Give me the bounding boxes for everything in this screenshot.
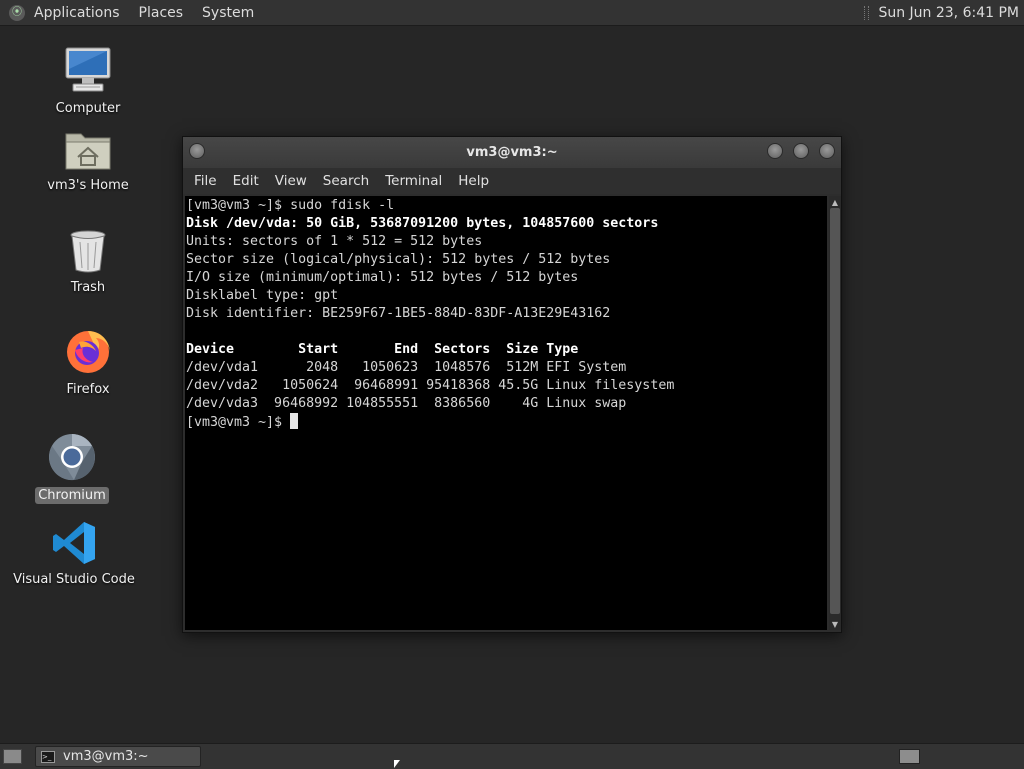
- workspace-switcher[interactable]: [899, 749, 920, 764]
- desktop-icon-home[interactable]: vm3's Home: [18, 128, 158, 194]
- terminal-line: Sector size (logical/physical): 512 byte…: [186, 252, 611, 267]
- vscode-icon: [53, 522, 95, 564]
- terminal-scrollbar[interactable]: ▲ ▼: [829, 196, 841, 630]
- terminal-line: [vm3@vm3 ~]$ sudo fdisk -l: [186, 198, 395, 213]
- applications-menu[interactable]: Applications: [34, 5, 120, 21]
- terminal-window[interactable]: vm3@vm3:~ File Edit View Search Terminal…: [182, 136, 842, 633]
- minimize-button[interactable]: [767, 143, 783, 159]
- terminal-line: /dev/vda2 1050624 96468991 95418368 45.5…: [186, 378, 675, 393]
- menu-help[interactable]: Help: [450, 173, 497, 189]
- firefox-icon: [67, 331, 110, 373]
- menu-terminal[interactable]: Terminal: [377, 173, 450, 189]
- panel-separator: [864, 5, 870, 20]
- show-desktop-button[interactable]: [3, 749, 22, 764]
- home-folder-icon: [65, 133, 111, 170]
- clock[interactable]: Sun Jun 23, 6:41 PM: [878, 5, 1019, 21]
- terminal-line: Disk identifier: BE259F67-1BE5-884D-83DF…: [186, 306, 611, 321]
- terminal-line: Disklabel type: gpt: [186, 288, 339, 303]
- mouse-pointer-icon: [394, 760, 400, 768]
- menu-edit[interactable]: Edit: [225, 173, 267, 189]
- distro-logo-icon[interactable]: ⦿: [9, 4, 25, 21]
- terminal-body[interactable]: [vm3@vm3 ~]$ sudo fdisk -l Disk /dev/vda…: [185, 196, 827, 630]
- terminal-output: [vm3@vm3 ~]$ sudo fdisk -l Disk /dev/vda…: [185, 196, 827, 432]
- desktop-icon-label: Chromium: [35, 487, 109, 504]
- terminal-titlebar[interactable]: vm3@vm3:~: [183, 137, 841, 168]
- desktop-icon-label: Trash: [70, 280, 106, 295]
- window-title: vm3@vm3:~: [466, 145, 558, 160]
- desktop-icon-label: Computer: [55, 101, 121, 116]
- text-cursor: [290, 413, 299, 429]
- window-menu-icon[interactable]: [189, 143, 205, 159]
- desktop-icon-chromium[interactable]: Chromium: [2, 432, 142, 504]
- bottom-panel: >_ vm3@vm3:~: [0, 743, 1024, 769]
- scrollbar-thumb[interactable]: [830, 208, 840, 614]
- close-button[interactable]: [819, 143, 835, 159]
- trash-icon: [70, 230, 106, 273]
- terminal-line: Units: sectors of 1 * 512 = 512 bytes: [186, 234, 483, 249]
- desktop-icon-label: vm3's Home: [47, 178, 129, 193]
- terminal-line: /dev/vda3 96468992 104855551 8386560 4G …: [186, 396, 627, 411]
- desktop-icon-firefox[interactable]: Firefox: [18, 326, 158, 398]
- maximize-button[interactable]: [793, 143, 809, 159]
- terminal-line: /dev/vda1 2048 1050623 1048576 512M EFI …: [186, 360, 627, 375]
- terminal-menubar: File Edit View Search Terminal Help: [183, 168, 841, 194]
- terminal-line: Disk /dev/vda: 50 GiB, 53687091200 bytes…: [186, 216, 659, 231]
- terminal-line: Device Start End Sectors Size Type: [186, 342, 579, 357]
- menu-view[interactable]: View: [267, 173, 315, 189]
- places-menu[interactable]: Places: [139, 5, 184, 21]
- menu-search[interactable]: Search: [315, 173, 377, 189]
- desktop-icon-label: Firefox: [66, 382, 110, 397]
- system-menu[interactable]: System: [202, 5, 254, 21]
- scroll-down-icon[interactable]: ▼: [829, 618, 841, 630]
- taskbar-window-label: vm3@vm3:~: [63, 749, 149, 764]
- chromium-icon: [49, 434, 95, 481]
- terminal-prompt: [vm3@vm3 ~]$: [186, 415, 291, 430]
- terminal-line: I/O size (minimum/optimal): 512 bytes / …: [186, 270, 579, 285]
- desktop-icon-trash[interactable]: Trash: [18, 228, 158, 296]
- desktop-icon-vscode[interactable]: Visual Studio Code: [4, 520, 144, 588]
- terminal-icon: >_: [41, 750, 55, 763]
- taskbar-window-button[interactable]: >_ vm3@vm3:~: [35, 746, 201, 767]
- desktop-icon-label: Visual Studio Code: [13, 572, 135, 587]
- scroll-up-icon[interactable]: ▲: [829, 196, 841, 208]
- computer-monitor-icon: [65, 47, 111, 92]
- top-panel: ⦿ Applications Places System Sun Jun 23,…: [0, 0, 1024, 26]
- desktop-icon-computer[interactable]: Computer: [18, 45, 158, 117]
- menu-file[interactable]: File: [186, 173, 225, 189]
